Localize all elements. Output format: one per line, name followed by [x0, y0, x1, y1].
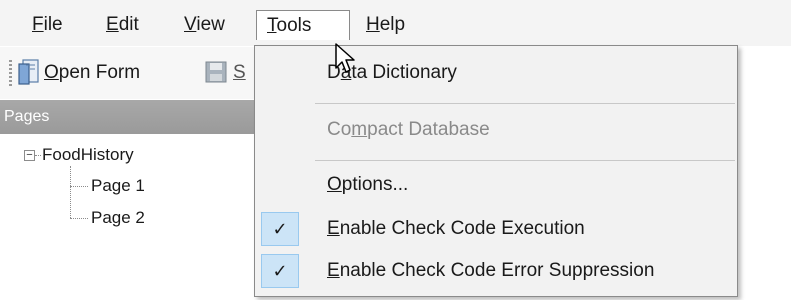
tree-node-page-1[interactable]: Page 1 [91, 175, 145, 199]
tree-connector [35, 155, 41, 156]
menu-view[interactable]: View [174, 10, 235, 40]
tree-connector [70, 218, 88, 219]
collapse-icon[interactable]: − [24, 150, 35, 161]
mouse-pointer-icon [335, 43, 355, 73]
menu-item-data-dictionary[interactable]: Data Dictionary [255, 54, 737, 92]
tree-connector [70, 166, 71, 218]
menu-item-enable-check-code-error-suppression[interactable]: ✓ Enable Check Code Error Suppression [255, 252, 737, 290]
save-button-label[interactable]: S [233, 59, 246, 87]
save-icon[interactable] [205, 61, 227, 83]
tree-node-page-2[interactable]: Page 2 [91, 207, 145, 231]
pages-panel-header: Pages [0, 100, 260, 134]
open-form-button[interactable]: Open Form [44, 59, 140, 87]
toolbar-grip[interactable] [9, 60, 12, 86]
menu-item-options[interactable]: Options... [255, 166, 737, 204]
menu-separator [315, 160, 735, 161]
menu-tools[interactable]: Tools [256, 10, 350, 40]
menu-item-compact-database[interactable]: Compact Database [255, 111, 737, 149]
tree-node-root[interactable]: FoodHistory [42, 144, 134, 168]
menu-bar: File Edit View Tools Help [0, 0, 791, 46]
menu-separator [315, 103, 735, 104]
menu-file[interactable]: File [22, 10, 73, 40]
menu-item-enable-check-code-execution[interactable]: ✓ Enable Check Code Execution [255, 210, 737, 248]
tools-dropdown-menu: Data Dictionary Compact Database Options… [254, 45, 738, 297]
check-mark-icon: ✓ [261, 212, 299, 246]
tree-connector [70, 186, 88, 187]
check-mark-icon: ✓ [261, 254, 299, 288]
menu-edit[interactable]: Edit [96, 10, 149, 40]
open-form-icon [18, 59, 39, 85]
toolbar: Open Form S [0, 47, 260, 99]
menu-help[interactable]: Help [356, 10, 415, 40]
